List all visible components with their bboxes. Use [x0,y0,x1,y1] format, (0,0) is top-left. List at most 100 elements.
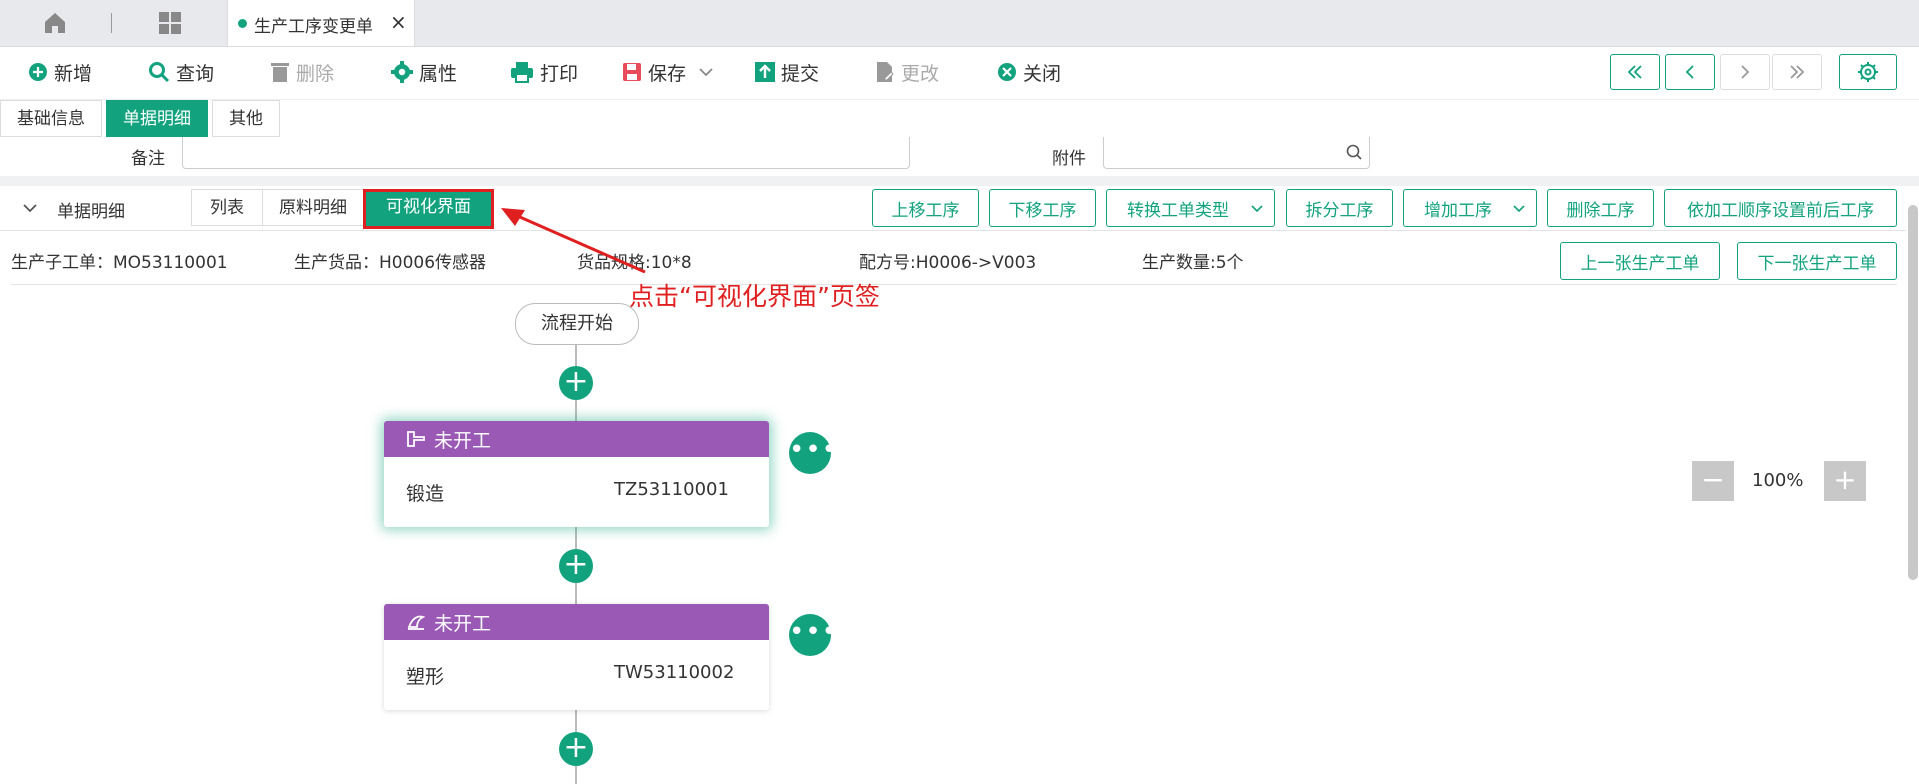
process-card[interactable]: 未开工 锻造 TZ53110001 [384,421,769,527]
query-label: 查询 [176,62,215,85]
vertical-scrollbar[interactable] [1908,205,1918,580]
sub-order-info: 生产子工单：MO53110001 [11,253,228,273]
goods-info: 生产货品：H0006传感器 [294,253,487,273]
move-down-process-button[interactable]: 下移工序 [989,189,1096,227]
last-record-button[interactable] [1772,54,1822,90]
new-label: 新增 [54,62,93,85]
view-tab-materials[interactable]: 原料明细 [262,189,364,226]
shaping-icon [407,615,426,630]
new-button[interactable]: 新增 [28,59,92,85]
process-status: 未开工 [434,612,492,635]
tab-basic-info[interactable]: 基础信息 [0,100,102,137]
zoom-in-button[interactable]: + [1824,461,1866,501]
search-icon[interactable] [1345,143,1363,161]
delete-process-button[interactable]: 删除工序 [1547,189,1654,227]
chevron-left-icon [1685,65,1694,79]
close-label: 关闭 [1023,62,1062,85]
add-step-button[interactable]: + [559,549,593,583]
edit-document-icon [877,62,894,82]
add-process-label: 增加工序 [1424,200,1492,221]
add-step-button[interactable]: + [559,366,593,400]
view-tab-visual[interactable]: 可视化界面 [363,189,494,229]
add-process-button[interactable]: 增加工序 [1403,189,1537,227]
print-label: 打印 [540,62,579,85]
save-label: 保存 [648,62,687,85]
query-button[interactable]: 查询 [148,59,214,85]
double-chevron-left-icon [1627,65,1642,79]
view-tab-list[interactable]: 列表 [191,189,263,226]
gear-icon [391,61,413,83]
tab-document-detail[interactable]: 单据明细 [106,100,208,137]
set-process-order-button[interactable]: 依加工顺序设置前后工序 [1664,189,1897,227]
plus-circle-icon [29,63,47,81]
search-icon [149,62,170,83]
convert-order-type-label: 转换工单类型 [1127,200,1229,221]
next-production-order-button[interactable]: 下一张生产工单 [1737,242,1897,280]
submit-button[interactable]: 提交 [755,59,819,85]
zoom-out-button[interactable]: − [1692,461,1734,501]
annotation-text: 点击“可视化界面”页签 [629,282,880,311]
header-divider [0,230,1906,231]
flow-start-node[interactable]: 流程开始 [515,303,639,345]
properties-label: 属性 [419,62,458,85]
quantity-info: 生产数量:5个 [1142,253,1244,273]
close-button[interactable]: 关闭 [997,59,1061,85]
chevron-right-icon [1741,65,1750,79]
tab-other[interactable]: 其他 [212,100,280,137]
more-options-button[interactable]: ••• [789,614,837,656]
delete-button[interactable]: 删除 [270,59,334,85]
detail-section-title: 单据明细 [57,202,125,222]
settings-gear-icon [1858,62,1878,82]
first-record-button[interactable] [1610,54,1660,90]
upload-arrow-icon [755,62,775,82]
collapse-chevron-icon[interactable] [22,202,38,214]
print-button[interactable]: 打印 [510,59,578,85]
process-name: 锻造 [406,483,445,505]
submit-label: 提交 [781,62,820,85]
annotation-arrow [501,208,646,274]
zoom-level: 100% [1752,470,1804,491]
floppy-disk-icon [623,63,641,81]
settings-button[interactable] [1839,54,1897,90]
tab-production-process-change[interactable]: 生产工序变更单 × [227,0,415,46]
chevron-down-icon[interactable] [698,66,714,78]
home-icon[interactable] [42,10,68,36]
previous-record-button[interactable] [1665,54,1715,90]
prev-production-order-button[interactable]: 上一张生产工单 [1560,242,1720,280]
forge-icon [407,431,425,447]
process-card-header: 未开工 [384,604,769,640]
toolbar: 新增 查询 删除 属性 打印 保存 提交 更改 关闭 [0,47,1919,100]
apps-grid-icon[interactable] [157,10,183,36]
modify-label: 更改 [901,62,940,85]
attachment-input[interactable] [1103,137,1370,169]
close-tab-icon[interactable]: × [390,10,407,34]
trash-icon [271,63,289,82]
modify-button[interactable]: 更改 [875,59,939,85]
active-dot-icon [238,19,247,28]
chevron-down-icon [1251,205,1263,213]
add-step-button[interactable]: + [559,732,593,766]
process-code: TZ53110001 [614,479,729,500]
process-card[interactable]: 未开工 塑形 TW53110002 [384,604,769,710]
info-divider [11,284,1897,285]
printer-icon [511,62,533,83]
properties-button[interactable]: 属性 [391,59,457,85]
process-code: TW53110002 [614,662,735,683]
tab-separator [111,13,112,33]
save-button[interactable]: 保存 [622,59,720,85]
move-up-process-button[interactable]: 上移工序 [872,189,979,227]
section-divider [0,176,1919,186]
process-status: 未开工 [434,429,492,452]
process-name: 塑形 [406,666,445,688]
tab-bar: 生产工序变更单 × [0,0,1919,47]
split-process-button[interactable]: 拆分工序 [1286,189,1393,227]
next-record-button[interactable] [1720,54,1770,90]
convert-order-type-button[interactable]: 转换工单类型 [1106,189,1275,227]
more-options-button[interactable]: ••• [789,432,837,474]
attachment-label: 附件 [1052,149,1086,169]
remark-input[interactable] [182,137,910,169]
process-card-header: 未开工 [384,421,769,457]
chevron-down-icon [1513,205,1525,213]
double-chevron-right-icon [1790,65,1805,79]
tab-label: 生产工序变更单 [254,17,373,37]
